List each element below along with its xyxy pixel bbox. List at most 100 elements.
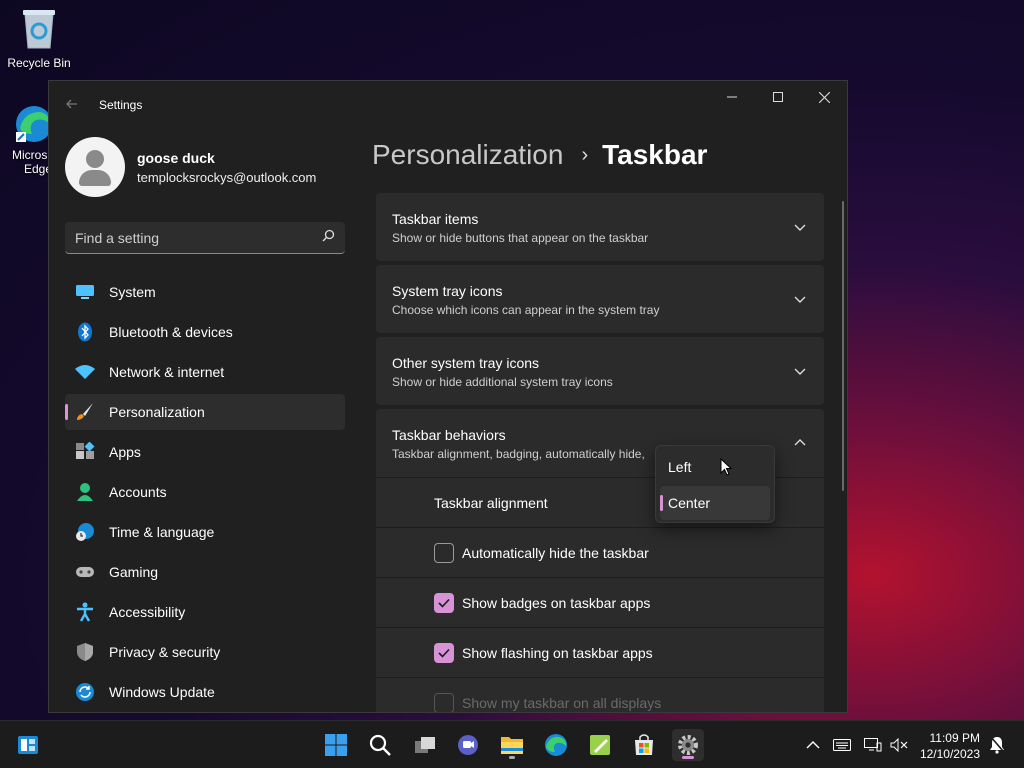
- show-flashing-row[interactable]: Show flashing on taskbar apps: [376, 627, 824, 677]
- mouse-cursor-icon: [720, 458, 732, 476]
- show-badges-row[interactable]: Show badges on taskbar apps: [376, 577, 824, 627]
- alignment-option-center[interactable]: Center: [660, 486, 770, 520]
- breadcrumb-parent[interactable]: Personalization: [372, 139, 563, 171]
- search-input[interactable]: [75, 229, 295, 246]
- auto-hide-row[interactable]: Automatically hide the taskbar: [376, 527, 824, 577]
- recycle-bin-desktop-icon[interactable]: Recycle Bin: [3, 6, 75, 70]
- chevron-up-icon: [794, 439, 806, 446]
- section-subtitle: Choose which icons can appear in the sys…: [392, 303, 660, 317]
- sidebar-item-label: Accounts: [109, 484, 167, 500]
- shield-icon: [75, 642, 95, 662]
- update-icon: [75, 682, 95, 702]
- start-button[interactable]: [320, 729, 352, 761]
- accessibility-icon: [75, 602, 95, 622]
- system-tray-icons-section[interactable]: System tray icons Choose which icons can…: [376, 265, 824, 333]
- chevron-down-icon: [794, 368, 806, 375]
- sidebar-item-label: Privacy & security: [109, 644, 221, 660]
- sidebar-item-network[interactable]: Network & internet: [65, 354, 345, 390]
- other-system-tray-icons-section[interactable]: Other system tray icons Show or hide add…: [376, 337, 824, 405]
- recycle-bin-icon: [19, 6, 59, 50]
- microsoft-store-icon[interactable]: [628, 729, 660, 761]
- show-badges-checkbox[interactable]: [434, 592, 454, 613]
- windows-logo-icon: [325, 734, 347, 756]
- auto-hide-label: Automatically hide the taskbar: [462, 544, 649, 561]
- close-icon: [818, 91, 830, 103]
- gear-icon: [678, 735, 698, 755]
- checkmark-icon: [438, 598, 450, 608]
- notepad-icon[interactable]: [584, 729, 616, 761]
- user-email: templocksrockys@outlook.com: [137, 169, 317, 185]
- brush-icon: [75, 402, 95, 422]
- close-button[interactable]: [801, 81, 847, 113]
- sidebar-item-windows-update[interactable]: Windows Update: [65, 674, 345, 710]
- show-badges-label: Show badges on taskbar apps: [462, 594, 651, 611]
- sidebar-item-gaming[interactable]: Gaming: [65, 554, 345, 590]
- section-title: System tray icons: [392, 283, 503, 299]
- gamepad-icon: [75, 562, 95, 582]
- notifications-icon[interactable]: [988, 721, 1006, 768]
- settings-taskbar-icon[interactable]: [672, 729, 704, 761]
- show-hidden-icons-chevron-up-icon[interactable]: [806, 721, 820, 768]
- chevron-down-icon: [794, 224, 806, 231]
- sidebar-item-label: Gaming: [109, 564, 159, 580]
- sidebar-item-personalization[interactable]: Personalization: [65, 394, 345, 430]
- scrollbar[interactable]: [842, 201, 844, 491]
- alignment-option-left[interactable]: Left: [660, 450, 770, 484]
- auto-hide-checkbox[interactable]: [434, 542, 454, 563]
- active-indicator: [682, 756, 694, 759]
- chat-icon[interactable]: [452, 729, 484, 761]
- recycle-bin-label: Recycle Bin: [7, 56, 71, 70]
- all-displays-checkbox: [434, 692, 454, 712]
- file-explorer-icon[interactable]: [496, 729, 528, 761]
- user-name: goose duck: [137, 149, 215, 166]
- sidebar-item-bluetooth[interactable]: Bluetooth & devices: [65, 314, 345, 350]
- globe-clock-icon: [75, 522, 95, 542]
- sidebar-item-accounts[interactable]: Accounts: [65, 474, 345, 510]
- taskbar-items-section[interactable]: Taskbar items Show or hide buttons that …: [376, 193, 824, 261]
- avatar: [65, 137, 125, 197]
- chevron-down-icon: [794, 296, 806, 303]
- title-bar[interactable]: Settings: [49, 81, 847, 129]
- sidebar-item-label: Bluetooth & devices: [109, 324, 233, 340]
- sidebar-item-system[interactable]: System: [65, 274, 345, 310]
- back-arrow-icon[interactable]: [65, 97, 81, 113]
- keyboard-icon[interactable]: [833, 721, 851, 768]
- taskbar-clock[interactable]: 11:09 PM 12/10/2023: [920, 730, 980, 762]
- section-title: Taskbar items: [392, 211, 479, 227]
- clock-date: 12/10/2023: [919, 747, 980, 761]
- taskbar: 11:09 PM 12/10/2023: [0, 720, 1024, 768]
- breadcrumb-separator: ›: [581, 143, 589, 166]
- section-subtitle: Show or hide additional system tray icon…: [392, 375, 613, 389]
- settings-window: Settings goose duck templocksrockys@outl…: [48, 80, 848, 713]
- breadcrumb: Personalization › Taskbar: [372, 139, 707, 171]
- volume-muted-icon[interactable]: [890, 721, 908, 768]
- taskbar-alignment-label: Taskbar alignment: [434, 494, 548, 511]
- sidebar-item-apps[interactable]: Apps: [65, 434, 345, 470]
- maximize-button[interactable]: [755, 81, 801, 113]
- show-flashing-checkbox[interactable]: [434, 642, 454, 663]
- maximize-icon: [773, 92, 783, 102]
- sidebar-item-label: Apps: [109, 444, 141, 460]
- bluetooth-icon: [75, 322, 95, 342]
- sidebar-item-label: Network & internet: [109, 364, 225, 380]
- page-title: Taskbar: [602, 139, 708, 170]
- edge-browser-icon[interactable]: [540, 729, 572, 761]
- minimize-button[interactable]: [709, 81, 755, 113]
- search-icon[interactable]: [322, 229, 335, 247]
- task-view-icon[interactable]: [409, 729, 441, 761]
- search-icon[interactable]: [364, 729, 396, 761]
- widgets-icon[interactable]: [12, 729, 44, 761]
- sidebar-item-time-language[interactable]: Time & language: [65, 514, 345, 550]
- search-box[interactable]: [65, 222, 345, 254]
- sidebar-item-label: Personalization: [109, 404, 205, 420]
- wifi-icon: [75, 362, 95, 382]
- section-title: Taskbar behaviors: [392, 427, 506, 443]
- section-subtitle: Show or hide buttons that appear on the …: [392, 231, 649, 245]
- user-profile[interactable]: goose duck templocksrockys@outlook.com: [65, 137, 316, 197]
- alignment-dropdown-menu: Left Center: [655, 445, 775, 523]
- sidebar-item-accessibility[interactable]: Accessibility: [65, 594, 345, 630]
- running-indicator: [509, 756, 515, 759]
- sidebar-item-privacy[interactable]: Privacy & security: [65, 634, 345, 670]
- section-title: Other system tray icons: [392, 355, 540, 371]
- network-icon[interactable]: [864, 721, 882, 768]
